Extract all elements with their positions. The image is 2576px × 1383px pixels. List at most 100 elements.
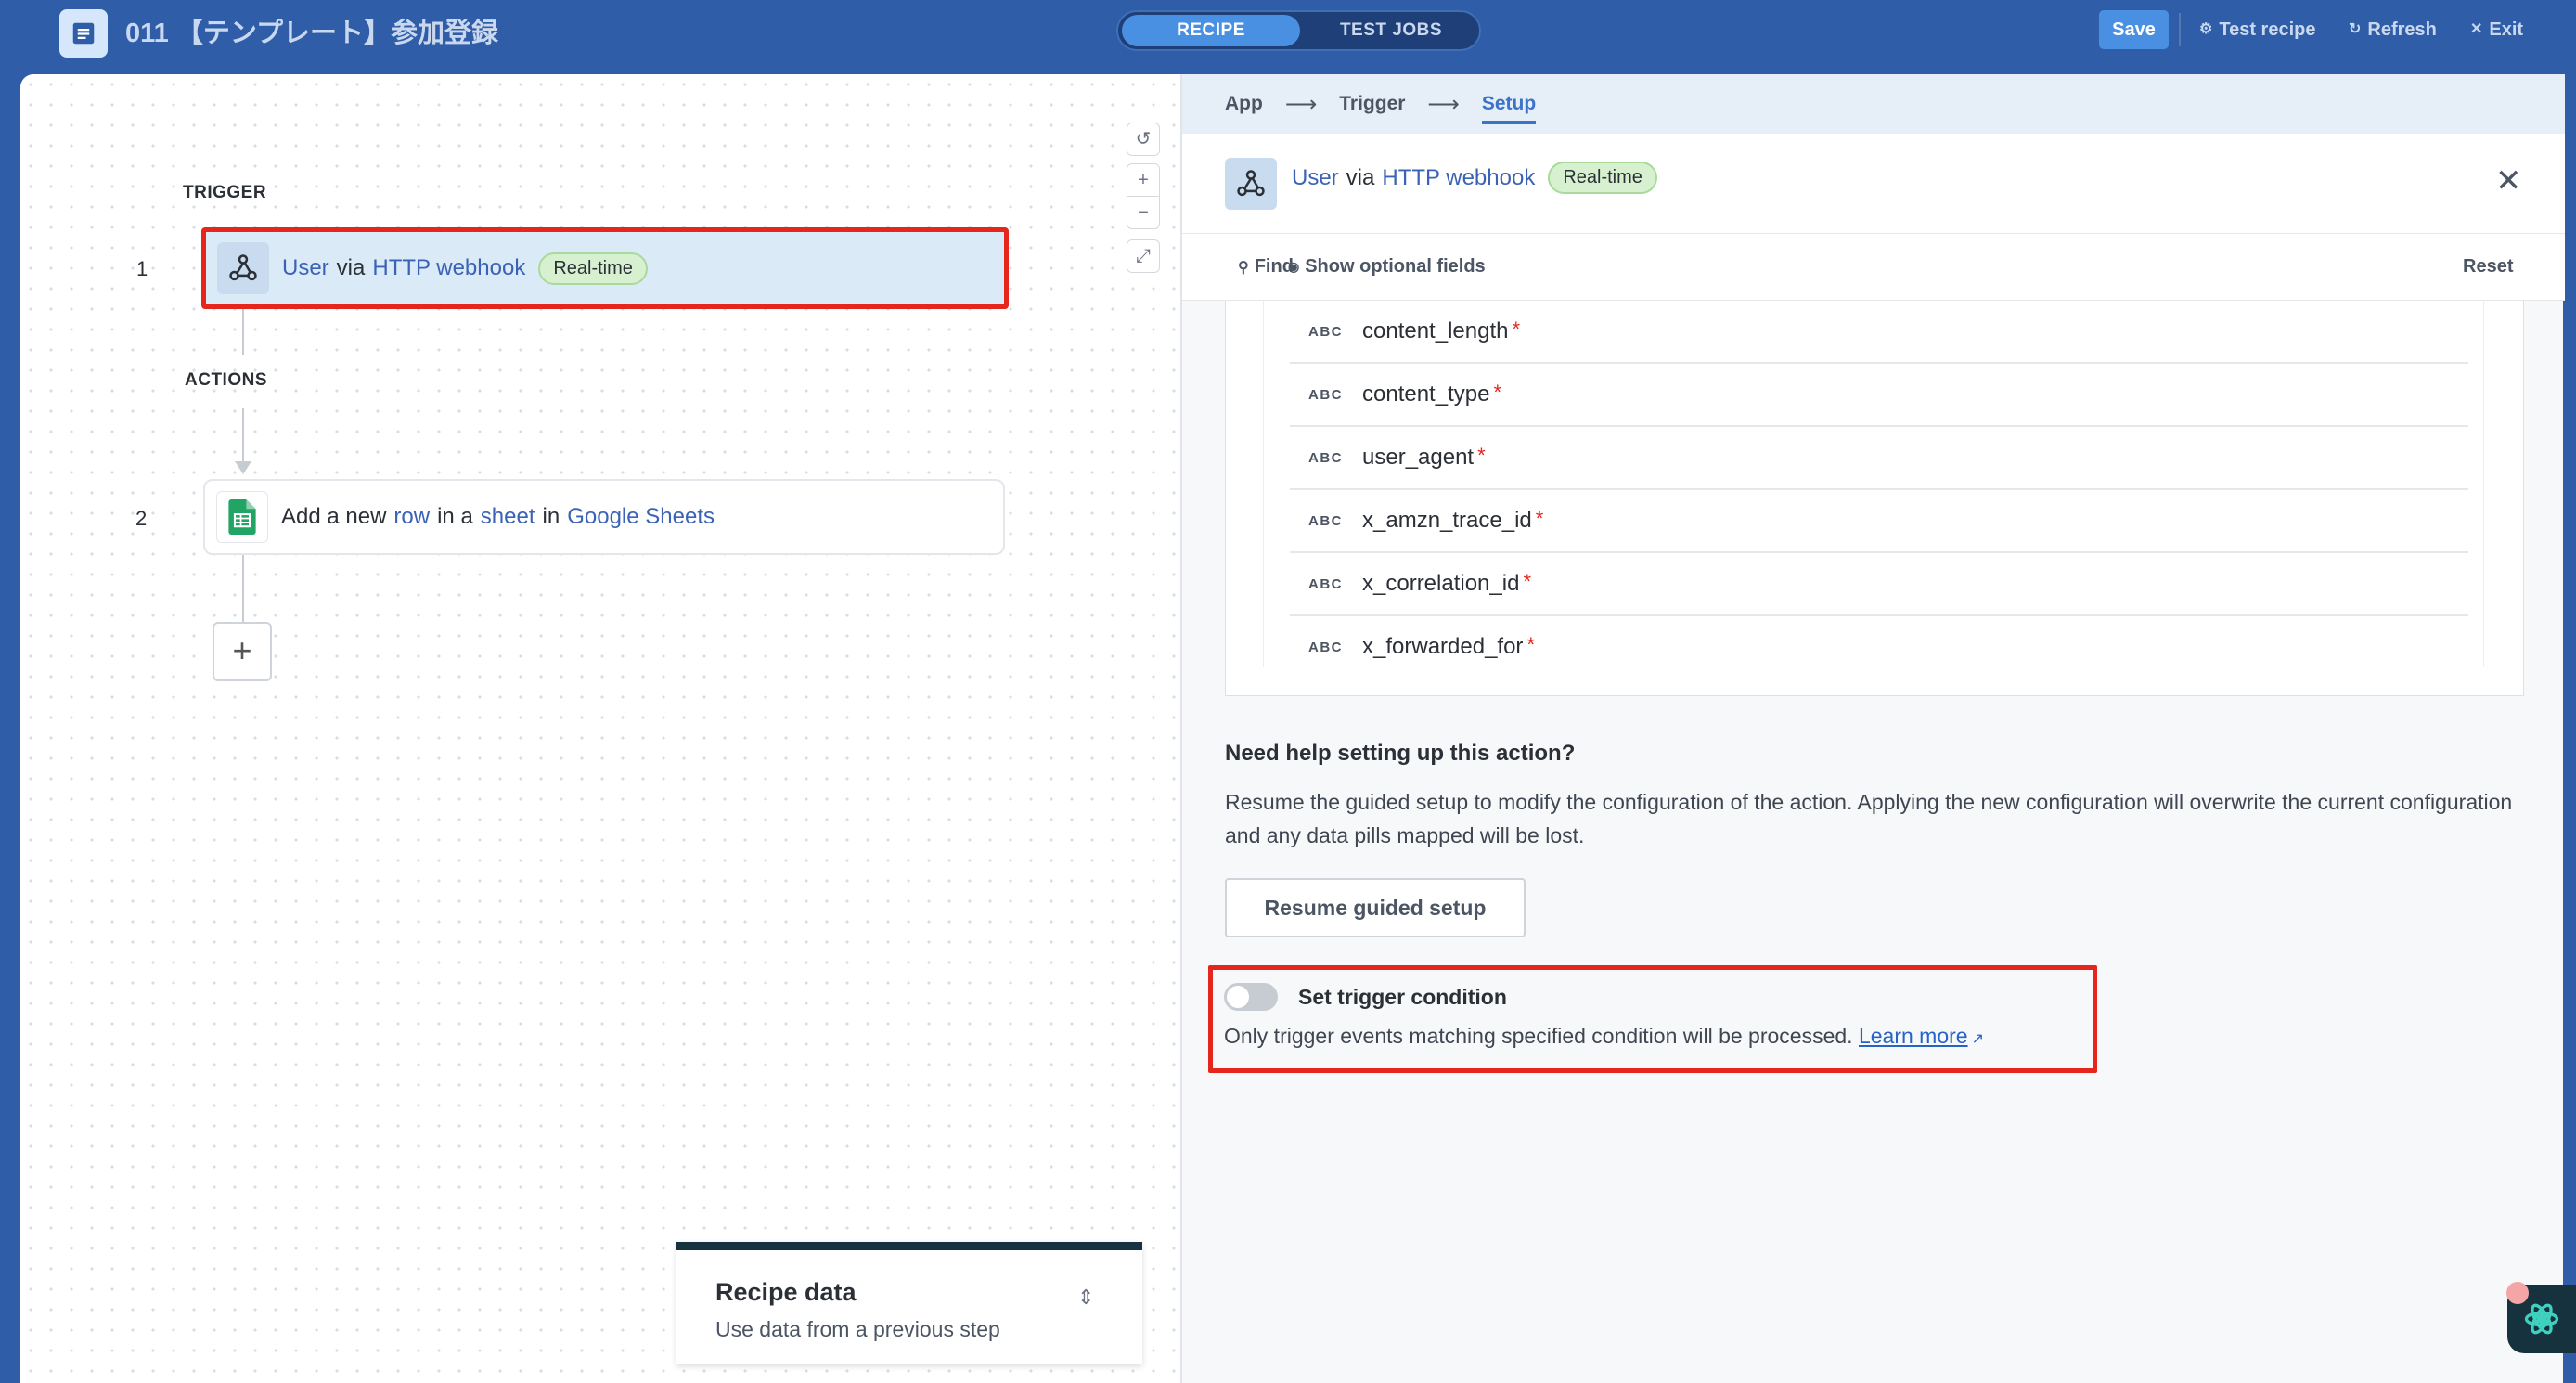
- fit-icon: ⤢: [1136, 246, 1151, 266]
- field-row[interactable]: ABC content_length *: [1290, 301, 2468, 364]
- webhook-icon: [217, 242, 269, 294]
- text-type-icon: ABC: [1308, 512, 1343, 529]
- field-row[interactable]: ABC content_type *: [1290, 364, 2468, 427]
- field-name: x_correlation_id: [1362, 571, 1520, 596]
- text-type-icon: ABC: [1308, 323, 1343, 340]
- trigger-condition-title: Set trigger condition: [1298, 985, 1507, 1009]
- required-marker: *: [1526, 633, 1535, 656]
- realtime-badge: Real-time: [538, 252, 648, 285]
- show-optional-fields-button[interactable]: ◉ Show optional fields: [1288, 256, 1486, 278]
- step-number: 1: [136, 257, 148, 280]
- tab-recipe[interactable]: RECIPE: [1122, 15, 1300, 46]
- fields-list-container[interactable]: ABC content_length * ABC content_type * AB…: [1225, 301, 2524, 696]
- text-type-icon: ABC: [1308, 449, 1343, 466]
- breadcrumb-trigger[interactable]: Trigger: [1339, 93, 1405, 115]
- realtime-badge: Real-time: [1548, 162, 1657, 194]
- field-row[interactable]: ABC x_amzn_trace_id *: [1290, 490, 2468, 553]
- field-row[interactable]: ABC x_forwarded_for *: [1290, 616, 2468, 667]
- step-connector: via: [336, 255, 366, 280]
- recipe-data-subtitle: Use data from a previous step: [715, 1317, 1000, 1341]
- breadcrumb-app[interactable]: App: [1225, 93, 1263, 115]
- header-connector: via: [1346, 164, 1375, 190]
- field-name: x_forwarded_for: [1362, 634, 1524, 659]
- step-text-row: row: [393, 504, 431, 529]
- step-text-part: Add a new: [281, 504, 387, 529]
- reset-icon: ↺: [1135, 129, 1152, 149]
- step-text-part: in a: [437, 504, 473, 529]
- breadcrumb-setup[interactable]: Setup: [1481, 84, 1537, 124]
- arrow-right-icon: ⟶: [1284, 91, 1318, 117]
- recipe-title[interactable]: 011 【テンプレート】参加登録: [125, 9, 498, 58]
- trigger-section-label: TRIGGER: [183, 183, 267, 202]
- connector-line: [242, 408, 244, 462]
- eye-icon: ◉: [1288, 259, 1300, 274]
- view-switcher: RECIPE TEST JOBS: [1116, 10, 1481, 51]
- plus-icon: +: [1138, 170, 1149, 190]
- add-step-button[interactable]: +: [213, 622, 272, 681]
- field-name: content_length: [1362, 318, 1509, 343]
- recipe-data-panel[interactable]: Recipe data Use data from a previous ste…: [676, 1242, 1142, 1364]
- reset-button[interactable]: Reset: [2463, 256, 2513, 278]
- required-marker: *: [1477, 444, 1486, 467]
- learn-more-link[interactable]: Learn more: [1859, 1024, 1968, 1048]
- fit-view-button[interactable]: ⤢: [1127, 239, 1160, 273]
- text-type-icon: ABC: [1308, 386, 1343, 403]
- document-icon: [59, 9, 108, 58]
- step-text-sheet: sheet: [480, 504, 535, 529]
- close-panel-button[interactable]: ✕: [2495, 165, 2522, 197]
- action-step-card[interactable]: Add a new row in a sheet in Google Sheet…: [203, 479, 1005, 555]
- refresh-button[interactable]: ↻ Refresh: [2349, 10, 2437, 49]
- text-type-icon: ABC: [1308, 639, 1343, 655]
- notification-dot: [2506, 1282, 2529, 1304]
- exit-label: Exit: [2489, 19, 2524, 40]
- breadcrumb: App ⟶ Trigger ⟶ Setup: [1182, 74, 2565, 134]
- fields-list[interactable]: ABC content_length * ABC content_type * AB…: [1263, 301, 2484, 667]
- connector-line: [242, 309, 244, 355]
- test-recipe-button[interactable]: ⚙ Test recipe: [2199, 10, 2315, 49]
- help-text: Resume the guided setup to modify the co…: [1225, 790, 2513, 847]
- toggle-knob: [1227, 986, 1249, 1008]
- google-sheets-icon: [216, 491, 268, 543]
- header-app-user: User: [1292, 164, 1339, 190]
- toolbar-divider: [2179, 13, 2181, 46]
- trigger-condition-toggle[interactable]: [1224, 983, 1278, 1011]
- trigger-condition-section: Set trigger condition Only trigger event…: [1208, 965, 2097, 1073]
- atom-icon: [2524, 1303, 2559, 1335]
- field-name: content_type: [1362, 381, 1490, 407]
- text-type-icon: ABC: [1308, 575, 1343, 592]
- actions-section-label: ACTIONS: [185, 370, 267, 390]
- trigger-condition-description: Only trigger events matching specified c…: [1224, 1024, 1984, 1049]
- zoom-out-button[interactable]: −: [1127, 196, 1160, 229]
- test-recipe-label: Test recipe: [2219, 19, 2316, 40]
- refresh-label: Refresh: [2367, 19, 2437, 40]
- recipe-data-title: Recipe data: [715, 1278, 857, 1306]
- step-app-user: User: [282, 255, 329, 280]
- field-name: x_amzn_trace_id: [1362, 508, 1532, 533]
- find-button[interactable]: ⚲ Find: [1238, 256, 1294, 278]
- resume-guided-setup-button[interactable]: Resume guided setup: [1225, 878, 1526, 937]
- arrow-right-icon: ⟶: [1427, 91, 1460, 117]
- close-icon: ✕: [2470, 21, 2483, 37]
- tab-test-jobs[interactable]: TEST JOBS: [1304, 15, 1478, 46]
- field-name: user_agent: [1362, 445, 1475, 470]
- required-marker: *: [1512, 317, 1521, 341]
- trigger-condition-text: Only trigger events matching specified c…: [1224, 1024, 1853, 1048]
- trigger-step-card[interactable]: User via HTTP webhook Real-time: [201, 227, 1009, 309]
- connector-line: [242, 555, 244, 622]
- exit-button[interactable]: ✕ Exit: [2470, 10, 2523, 49]
- panel-header: User via HTTP webhook Real-time ✕: [1182, 134, 2565, 234]
- required-marker: *: [1493, 381, 1501, 404]
- show-optional-label: Show optional fields: [1305, 256, 1486, 277]
- required-marker: *: [1523, 570, 1531, 593]
- required-marker: *: [1535, 507, 1544, 530]
- header-app-http-webhook: HTTP webhook: [1382, 164, 1536, 190]
- reset-view-button[interactable]: ↺: [1127, 123, 1160, 156]
- field-row[interactable]: ABC x_correlation_id *: [1290, 553, 2468, 616]
- zoom-in-button[interactable]: +: [1127, 163, 1160, 197]
- field-row[interactable]: ABC user_agent *: [1290, 427, 2468, 490]
- minus-icon: −: [1138, 202, 1149, 223]
- expand-icon[interactable]: ⇕: [1077, 1286, 1094, 1310]
- save-button[interactable]: Save: [2099, 10, 2169, 49]
- gear-icon: ⚙: [2199, 21, 2213, 37]
- recipe-canvas[interactable]: TRIGGER 1 User via HTTP webhook Real-tim…: [20, 74, 1180, 1383]
